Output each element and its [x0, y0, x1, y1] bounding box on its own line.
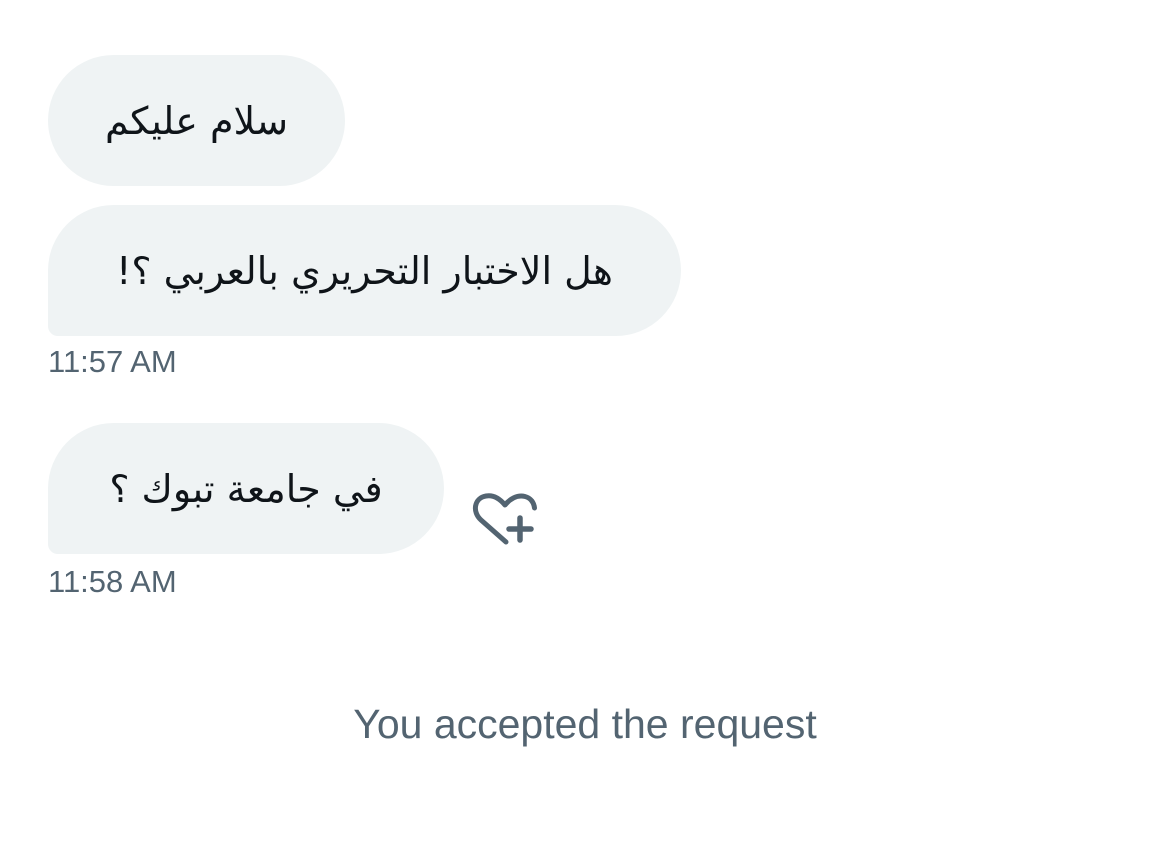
heart-plus-icon [472, 493, 537, 545]
message-bubble[interactable]: في جامعة تبوك ؟ [48, 423, 444, 554]
message-bubble[interactable]: سلام عليكم [48, 55, 345, 186]
message-timestamp: 11:57 AM [48, 344, 177, 379]
message-text: هل الاختبار التحريري بالعربي ؟! [116, 248, 613, 293]
message-bubble[interactable]: هل الاختبار التحريري بالعربي ؟! [48, 205, 681, 336]
message-text: سلام عليكم [104, 98, 289, 143]
request-accepted-notice: You accepted the request [353, 701, 817, 747]
message-text: في جامعة تبوك ؟ [109, 466, 383, 511]
message-timestamp: 11:58 AM [48, 564, 177, 599]
add-reaction-button[interactable] [470, 490, 540, 550]
